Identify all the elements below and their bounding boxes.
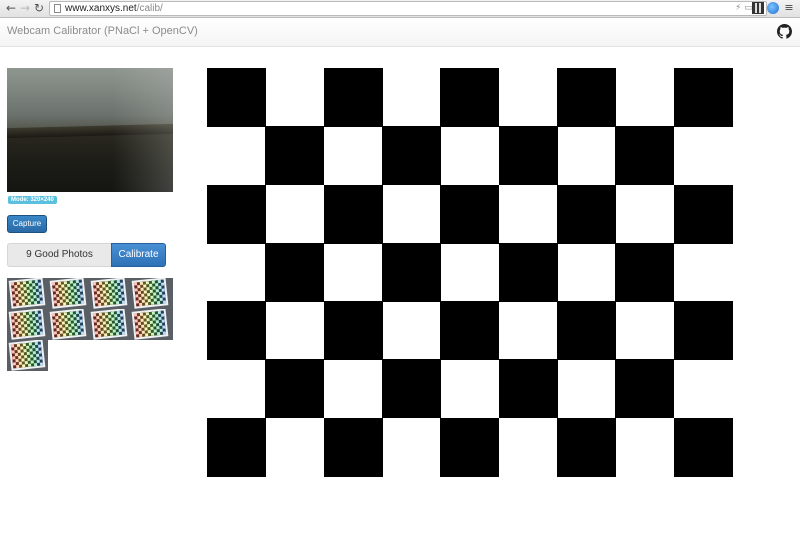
checker-square xyxy=(673,184,733,244)
checker-square xyxy=(265,359,325,419)
address-bar[interactable]: www.xanxys.net/calib/ ⚡ ▭ ☆ xyxy=(49,1,767,16)
checker-square xyxy=(673,68,733,127)
captured-photos xyxy=(7,278,173,371)
page-icon xyxy=(54,4,61,13)
checker-square xyxy=(673,417,733,477)
photo-button-group: 9 Good Photos Calibrate xyxy=(7,243,166,267)
checker-square xyxy=(207,301,266,361)
photo-thumbnail[interactable] xyxy=(89,309,130,340)
checker-square xyxy=(323,301,383,361)
checker-square xyxy=(323,184,383,244)
checker-square xyxy=(265,126,325,186)
webcam-preview xyxy=(7,68,173,192)
checker-square xyxy=(382,359,441,419)
webcam-glare xyxy=(113,68,173,192)
app-header: Webcam Calibrator (PNaCl + OpenCV) xyxy=(0,18,800,47)
mode-badge: Mode: 320×240 xyxy=(8,196,57,204)
globe-extension-icon[interactable] xyxy=(767,2,779,14)
reload-button[interactable]: ↻ xyxy=(32,1,46,16)
url-host: www.xanxys.net xyxy=(65,3,137,14)
photo-thumbnail[interactable] xyxy=(7,278,48,309)
checker-square xyxy=(557,184,616,244)
checker-square xyxy=(498,126,558,186)
checker-square xyxy=(265,242,325,302)
capture-button[interactable]: Capture xyxy=(7,215,47,233)
photo-thumbnail[interactable] xyxy=(89,278,130,309)
checker-square xyxy=(382,126,441,186)
calibration-checkerboard xyxy=(207,68,733,477)
good-photos-count: 9 Good Photos xyxy=(7,243,111,267)
photo-thumbnail[interactable] xyxy=(48,278,89,309)
checker-square xyxy=(382,242,441,302)
photo-thumbnail[interactable] xyxy=(7,340,48,371)
checker-square xyxy=(615,359,675,419)
photo-thumbnail[interactable] xyxy=(48,309,89,340)
checker-square xyxy=(440,68,500,127)
address-url[interactable]: www.xanxys.net/calib/ xyxy=(65,2,163,15)
lightning-icon[interactable]: ⚡ xyxy=(735,2,741,15)
back-button[interactable]: ← xyxy=(4,1,18,16)
checker-square xyxy=(440,184,500,244)
checker-square xyxy=(557,68,616,127)
checker-square xyxy=(557,417,616,477)
checker-square xyxy=(498,242,558,302)
checker-square xyxy=(323,68,383,127)
photo-thumbnail[interactable] xyxy=(130,309,173,340)
checker-square xyxy=(440,417,500,477)
checker-square xyxy=(673,301,733,361)
checker-square xyxy=(615,242,675,302)
checker-square xyxy=(207,184,266,244)
checker-square xyxy=(615,126,675,186)
checker-square xyxy=(207,68,266,127)
forward-button[interactable]: → xyxy=(18,1,32,16)
qr-extension-icon[interactable] xyxy=(752,2,764,14)
photo-thumbnail[interactable] xyxy=(130,278,173,309)
photo-thumbnail[interactable] xyxy=(7,309,48,340)
checker-square xyxy=(207,417,266,477)
app-title: Webcam Calibrator (PNaCl + OpenCV) xyxy=(7,25,198,37)
checker-square xyxy=(557,301,616,361)
calibrate-button[interactable]: Calibrate xyxy=(111,243,166,267)
checker-square xyxy=(498,359,558,419)
url-path: /calib/ xyxy=(136,3,163,14)
browser-toolbar: ← → ↻ www.xanxys.net/calib/ ⚡ ▭ ☆ ≡ xyxy=(0,0,800,18)
github-icon[interactable] xyxy=(777,24,792,39)
checker-square xyxy=(323,417,383,477)
browser-menu-icon[interactable]: ≡ xyxy=(783,2,795,14)
checker-square xyxy=(440,301,500,361)
